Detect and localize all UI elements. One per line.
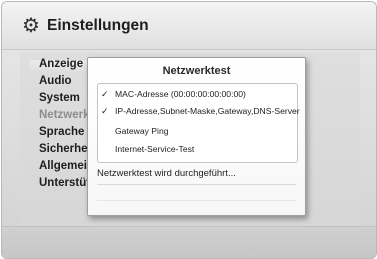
menu-item-audio[interactable]: Audio (39, 75, 72, 87)
menu-item-netzwerk[interactable]: Netzwerk (39, 109, 90, 121)
settings-screen: ⚙ Einstellungen Anzeige Audio System Net… (1, 1, 377, 259)
result-label: Internet-Service-Test (115, 144, 195, 154)
result-row-gateway-ping: Gateway Ping (98, 124, 297, 140)
test-results-list: ✓ MAC-Adresse (00:00:00:00:00:00) ✓ IP-A… (97, 83, 300, 163)
result-row-mac: ✓ MAC-Adresse (00:00:00:00:00:00) (98, 87, 297, 103)
status-text: Netzwerktest wird durchgeführt... (97, 168, 236, 179)
result-row-internet-test: Internet-Service-Test (98, 142, 297, 158)
dialog-title: Netzwerktest (162, 65, 231, 77)
network-test-dialog: Netzwerktest ✓ MAC-Adresse (00:00:00:00:… (87, 57, 306, 216)
menu-item-anzeige[interactable]: Anzeige (39, 58, 83, 70)
result-label: Gateway Ping (115, 126, 169, 136)
result-label: MAC-Adresse (00:00:00:00:00:00) (115, 89, 246, 99)
divider (97, 200, 296, 201)
gear-icon: ⚙ (22, 15, 40, 37)
footer-bar (2, 226, 376, 258)
result-row-ip: ✓ IP-Adresse,Subnet-Maske,Gateway,DNS-Se… (98, 104, 300, 120)
menu-item-allgemein[interactable]: Allgemein (39, 160, 94, 172)
checkmark-icon: ✓ (101, 89, 109, 99)
checkmark-icon: ✓ (101, 106, 109, 116)
result-label: IP-Adresse,Subnet-Maske,Gateway,DNS-Serv… (115, 106, 300, 116)
menu-item-sprache[interactable]: Sprache (39, 126, 84, 138)
header-bar: ⚙ Einstellungen (2, 2, 376, 50)
menu-item-system[interactable]: System (39, 92, 80, 104)
divider (97, 184, 296, 185)
page-title: Einstellungen (47, 17, 149, 34)
